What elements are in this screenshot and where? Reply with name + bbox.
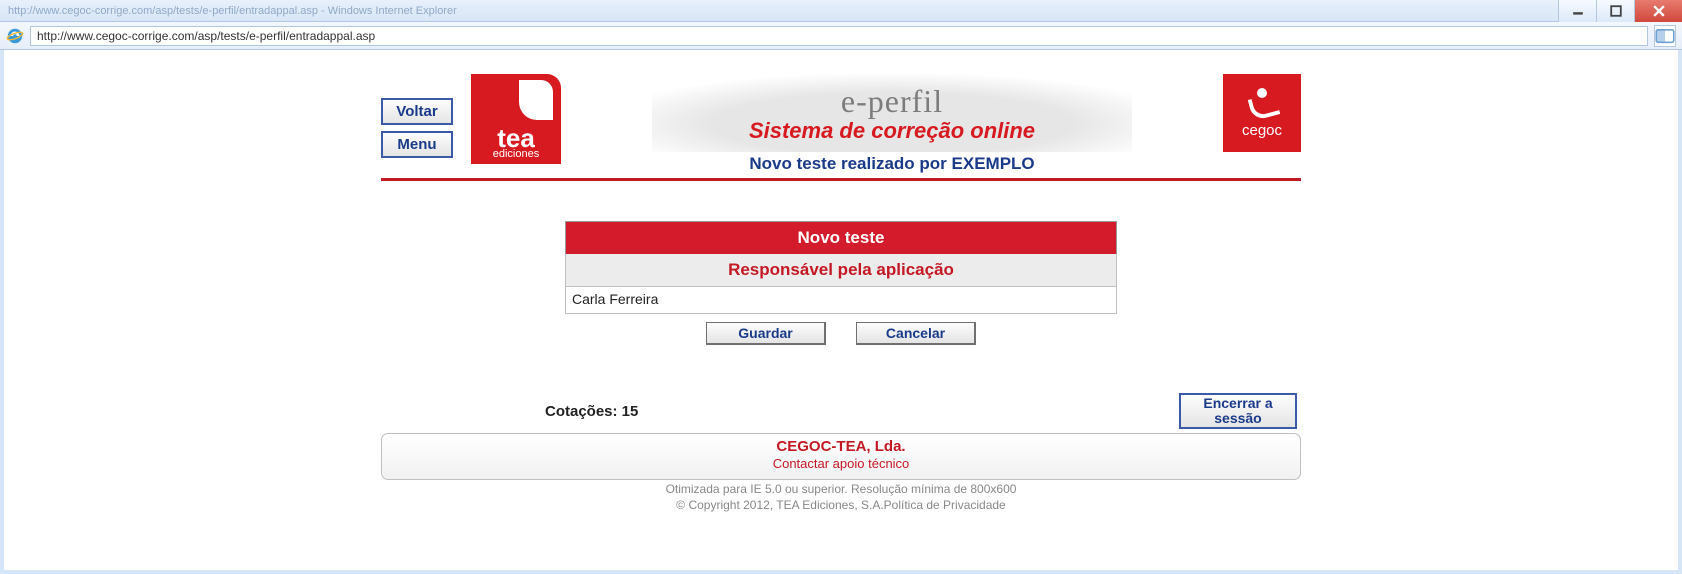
url-input[interactable] [30,26,1648,46]
banner: e-perfil Sistema de correção online Novo… [579,74,1205,174]
form-subtitle: Responsável pela aplicação [565,254,1117,287]
window-controls [1558,0,1682,22]
nav-buttons: Voltar Menu [381,74,453,158]
footer-band: CEGOC-TEA, Lda. Contactar apoio técnico [381,433,1301,480]
window-title: http://www.cegoc-corrige.com/asp/tests/e… [0,5,457,17]
form-title: Novo teste [565,221,1117,254]
close-button[interactable] [1634,0,1682,22]
address-bar [0,22,1682,50]
minimize-button[interactable] [1558,0,1596,22]
ie-icon [6,27,24,45]
tea-logo-text: tea [497,128,535,148]
footer-contact-link[interactable]: Contactar apoio técnico [773,456,910,471]
eperfil-title: e-perfil [841,83,943,120]
tea-logo: tea ediciones [471,74,561,164]
menu-button[interactable]: Menu [381,131,453,158]
divider-red [381,178,1301,181]
logout-button[interactable]: Encerrar a sessão [1179,393,1297,429]
page-viewport: Voltar Menu tea ediciones e-perfil Siste… [0,50,1682,574]
footer-line1: Otimizada para IE 5.0 ou superior. Resol… [381,482,1301,496]
banner-subtitle-red: Sistema de correção online [749,118,1035,144]
banner-bg: e-perfil Sistema de correção online [652,74,1132,152]
window-titlebar: http://www.cegoc-corrige.com/asp/tests/e… [0,0,1682,22]
lower-bar: Cotações: 15 Encerrar a sessão [381,393,1301,429]
content-wrap: Voltar Menu tea ediciones e-perfil Siste… [381,74,1301,512]
responsible-field-row [565,287,1117,314]
page-header: Voltar Menu tea ediciones e-perfil Siste… [381,74,1301,174]
cegoc-logo-text: cegoc [1242,122,1282,139]
tea-logo-sub: ediciones [493,148,539,160]
cotacoes-label: Cotações: 15 [545,403,638,420]
footer-line2: © Copyright 2012, TEA Ediciones, S.A.Pol… [381,498,1301,512]
responsible-input[interactable] [572,291,1110,307]
form-buttons: Guardar Cancelar [565,322,1117,345]
compat-view-icon[interactable] [1654,25,1676,47]
voltar-button[interactable]: Voltar [381,98,453,125]
form-area: Novo teste Responsável pela aplicação Gu… [565,221,1117,345]
minimize-icon [1572,5,1584,17]
cegoc-logo: cegoc [1223,74,1301,152]
cegoc-figure-icon [1247,88,1277,118]
cancel-button[interactable]: Cancelar [856,322,976,345]
maximize-button[interactable] [1596,0,1634,22]
maximize-icon [1610,5,1622,17]
save-button[interactable]: Guardar [706,322,826,345]
footer-company: CEGOC-TEA, Lda. [382,438,1300,455]
banner-subtitle-blue: Novo teste realizado por EXEMPLO [749,154,1034,174]
close-icon [1653,5,1665,17]
